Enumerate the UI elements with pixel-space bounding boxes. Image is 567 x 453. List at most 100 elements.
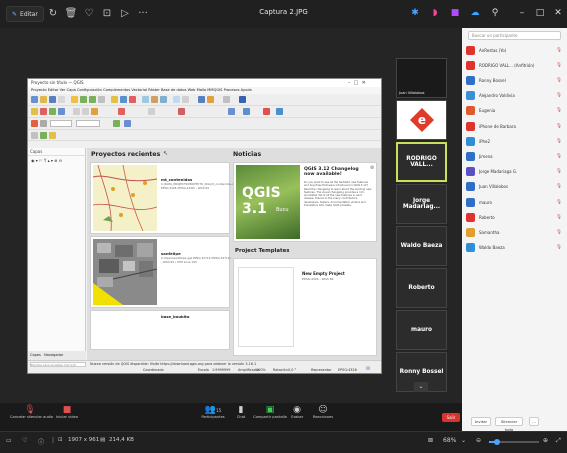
rotation-value[interactable]: 0,0 ° (288, 368, 296, 372)
zoom-slider-thumb[interactable] (494, 439, 500, 445)
close-news-icon[interactable]: ⊗ (370, 165, 374, 171)
add-vector-icon[interactable] (49, 132, 56, 139)
fit-to-window-icon[interactable]: ⊠ (428, 437, 433, 444)
close-icon[interactable]: ✕ (550, 6, 566, 20)
participant-row[interactable]: Samantha 🎙 (466, 225, 562, 239)
menu-capa[interactable]: Capa (67, 88, 76, 92)
app-icon-2[interactable]: ◗ (427, 6, 443, 20)
new-project-card[interactable]: New Empty Project EPSG:4326 - WGS 84 (233, 258, 377, 356)
participant-row[interactable]: RODRIGO VALL... (Anfitrión) 🎙 (466, 58, 562, 72)
zoom-slider[interactable] (489, 439, 539, 445)
recent-project-card[interactable]: base_boubita (90, 310, 230, 350)
text-annotation-icon[interactable] (207, 96, 214, 103)
news-card[interactable]: QGIS 3.1 Bucu QGIS 3.12 Changelog now av… (233, 162, 377, 242)
video-tile[interactable]: Juan Villalobos (396, 58, 447, 98)
zoom-in-icon[interactable] (80, 96, 87, 103)
map-tips-icon[interactable] (173, 96, 180, 103)
menu-raster[interactable]: Ráster (148, 88, 160, 92)
print-layout-icon[interactable] (58, 96, 65, 103)
layers-icon[interactable] (31, 132, 38, 139)
participant-row[interactable]: iPhone de Barbara 🎙 (466, 119, 562, 133)
zoom-full-icon[interactable] (98, 96, 105, 103)
reactions-button[interactable]: ☺ Reacciones (310, 405, 336, 419)
copy-icon[interactable] (148, 108, 155, 115)
record-button[interactable]: ◉ Grabar (288, 405, 306, 419)
participant-row[interactable]: Eugenia 🎙 (466, 104, 562, 118)
app-icon-1[interactable]: ✱ (407, 6, 423, 20)
zoom-out-icon[interactable]: ⊖ (476, 437, 481, 444)
locator-search-input[interactable]: Escribe para localizar (Ctrl+K) (30, 362, 86, 367)
add-feature-icon[interactable] (40, 108, 47, 115)
attribute-table-icon[interactable] (129, 96, 136, 103)
layers-panel-tools[interactable]: ◉ ▾ ⚐ Y ▴ ▾ ⊕ ⊖ (31, 158, 62, 163)
menu-procesos[interactable]: Procesos (224, 88, 240, 92)
zoom-out-icon[interactable] (89, 96, 96, 103)
maximize-icon[interactable]: □ (532, 6, 548, 20)
video-tile[interactable]: mauro (396, 310, 447, 350)
filter-icon[interactable] (113, 120, 120, 127)
video-button[interactable]: ■ Iniciar video (50, 405, 84, 419)
zoom-level[interactable]: 68% (443, 437, 456, 444)
heart-icon[interactable]: ♡ (22, 437, 27, 444)
add-layer-icon[interactable] (40, 132, 47, 139)
a-label-icon[interactable] (239, 96, 246, 103)
tool-icon[interactable] (243, 108, 250, 115)
menu-mmqgis[interactable]: MMQGIS (207, 88, 222, 92)
menu-configuracion[interactable]: Configuración (77, 88, 102, 92)
participant-row[interactable]: mauro 🎙 (466, 195, 562, 209)
sum-icon[interactable] (198, 96, 205, 103)
participant-row[interactable]: Ronny Bossel 🎙 (466, 73, 562, 87)
participants-button[interactable]: 👥15 Participantes (196, 405, 230, 419)
style-icon[interactable] (31, 120, 38, 127)
python-icon[interactable] (276, 108, 283, 115)
info-icon[interactable]: ⓘ (38, 437, 44, 446)
zoom-in-icon[interactable]: ⊕ (543, 437, 548, 444)
menu-vectorial[interactable]: Vectorial (131, 88, 147, 92)
wms-icon[interactable] (124, 120, 131, 127)
app-icon-3[interactable]: ■ (447, 6, 463, 20)
menu-base-datos[interactable]: Base de datos (161, 88, 187, 92)
people-icon[interactable]: ⚲ (487, 6, 503, 20)
slideshow-frame-icon[interactable]: ▭ (6, 437, 12, 444)
crs-button[interactable]: EPSG:4326 (338, 368, 357, 372)
edit-toggle-icon[interactable] (31, 108, 38, 115)
magnify-icon[interactable] (228, 108, 235, 115)
statistics-icon[interactable] (151, 96, 158, 103)
tab-capas[interactable]: Capas (30, 353, 41, 357)
save-project-icon[interactable] (49, 96, 56, 103)
delete-feature-icon[interactable] (118, 108, 125, 115)
snapping-icon[interactable] (178, 108, 185, 115)
participant-row[interactable]: Jorge Madariaga G. 🎙 (466, 165, 562, 179)
menu-ayuda[interactable]: Ayuda (241, 88, 252, 92)
participant-row[interactable]: AnRestas (Yo) 🎙 (466, 43, 562, 57)
open-project-icon[interactable] (40, 96, 47, 103)
qgis-window-controls[interactable]: – □ ✕ (348, 80, 366, 86)
video-tile[interactable]: Jorge Madariag... (396, 184, 447, 224)
label-toolbar-icon[interactable] (40, 120, 47, 127)
scale-combo[interactable] (50, 120, 72, 127)
chevron-down-icon[interactable]: ⌄ (414, 382, 428, 392)
video-tile-active-speaker[interactable]: RODRIGO VALL... (396, 142, 447, 182)
digitize-icon[interactable] (58, 108, 65, 115)
menu-ver[interactable]: Ver (60, 88, 66, 92)
advanced-digitize-icon[interactable] (91, 108, 98, 115)
select-icon[interactable] (120, 96, 127, 103)
participant-row[interactable]: Waldo Baeza 🎙 (466, 241, 562, 255)
participant-row[interactable]: Jimena 🎙 (466, 149, 562, 163)
expand-icon[interactable]: ⤢ (556, 437, 561, 445)
unit-combo[interactable] (76, 120, 100, 127)
participant-row[interactable]: Alejandro Valdivia 🎙 (466, 89, 562, 103)
menu-web[interactable]: Web (188, 88, 196, 92)
vertex-tool-icon[interactable] (49, 108, 56, 115)
new-project-icon[interactable] (31, 96, 38, 103)
render-checkbox[interactable]: Representar (311, 368, 332, 372)
participant-row[interactable]: iPhe2 🎙 (466, 134, 562, 148)
menu-malla[interactable]: Malla (197, 88, 207, 92)
share-screen-button[interactable]: ▣ Compartir pantalla (253, 405, 287, 419)
minimize-icon[interactable]: – (514, 6, 530, 20)
tab-navegador[interactable]: Navegador (44, 353, 63, 357)
plugin-icon[interactable] (263, 108, 270, 115)
measure-icon[interactable] (142, 96, 149, 103)
invite-button[interactable]: Invitar (471, 417, 491, 426)
bookmark-icon[interactable] (182, 96, 189, 103)
